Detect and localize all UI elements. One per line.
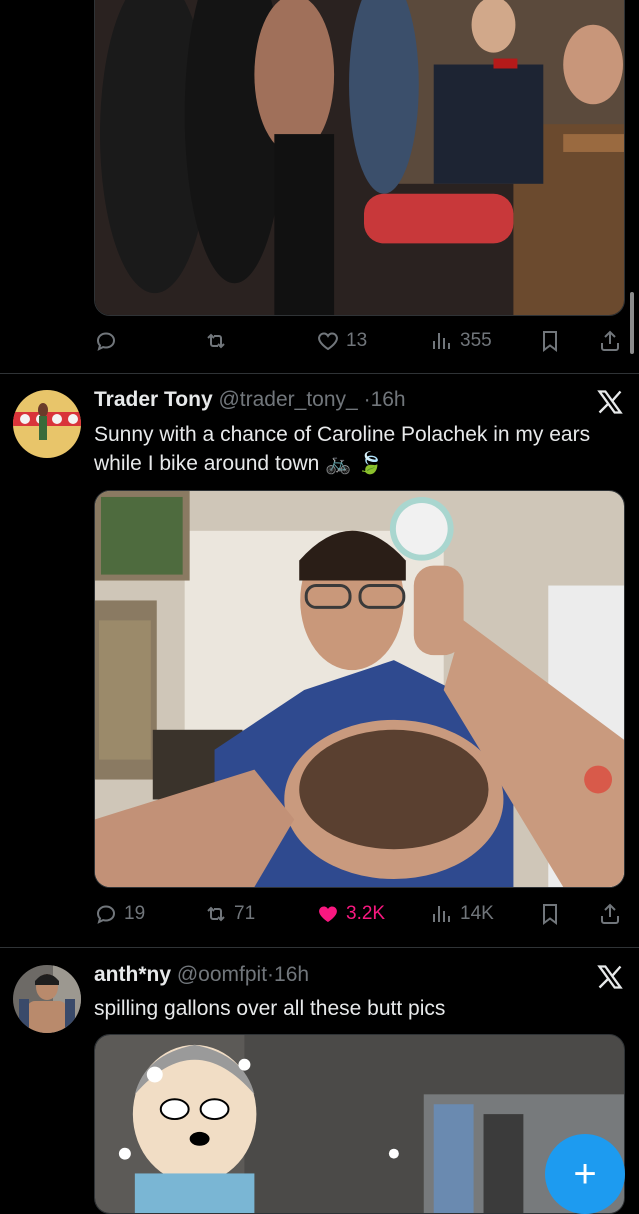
- handle[interactable]: @oomfpit: [177, 963, 267, 986]
- reply-icon: [96, 905, 116, 924]
- like-button[interactable]: 3.2K: [316, 900, 385, 928]
- selfie-image: [95, 491, 624, 887]
- tweet-divider: [0, 947, 639, 948]
- tweet2-header: Trader Tony @trader_tony_ ·16h: [94, 388, 406, 412]
- tweet3-text: spilling gallons over all these butt pic…: [94, 997, 446, 1020]
- like-count: 13: [346, 330, 368, 351]
- tweet-divider: [0, 373, 639, 374]
- views-count: 355: [460, 330, 492, 351]
- reply-button[interactable]: [94, 327, 124, 355]
- timestamp[interactable]: 16h: [274, 963, 309, 986]
- handle[interactable]: @trader_tony_: [218, 388, 357, 411]
- tweet1-actions: 13 355: [94, 327, 625, 355]
- tweet2-text: Sunny with a chance of Caroline Polachek…: [94, 423, 591, 475]
- heart-filled-icon: [319, 906, 337, 922]
- display-name[interactable]: anth*ny: [94, 963, 171, 986]
- tweet3-photo[interactable]: [94, 1034, 625, 1214]
- tweet2-actions: 19 71 3.2K 14K: [94, 900, 625, 928]
- tweet2-photo[interactable]: [94, 490, 625, 888]
- timestamp[interactable]: 16h: [371, 388, 406, 411]
- repost-button[interactable]: 71: [204, 900, 255, 928]
- views-button[interactable]: 355: [430, 327, 492, 355]
- reply-button[interactable]: 19: [94, 900, 145, 928]
- views-count: 14K: [460, 903, 494, 924]
- share-icon: [601, 903, 619, 924]
- share-button[interactable]: [598, 327, 622, 355]
- share-button[interactable]: [598, 900, 622, 928]
- avatar[interactable]: [13, 965, 81, 1033]
- bookmark-button[interactable]: [538, 327, 562, 355]
- cartoon-image: [95, 1035, 624, 1213]
- separator-dot: ·: [267, 963, 275, 986]
- repost-button[interactable]: [204, 327, 234, 355]
- tweet3-header: anth*ny @oomfpit·16h: [94, 963, 309, 987]
- separator-dot: ·: [363, 388, 371, 411]
- tweet1-photo[interactable]: [94, 0, 625, 316]
- views-button[interactable]: 14K: [430, 900, 494, 928]
- scrollbar[interactable]: [630, 292, 634, 354]
- avatar-image: [13, 965, 81, 1033]
- avatar[interactable]: [13, 390, 81, 458]
- group-photo-image: [95, 0, 624, 315]
- repost-icon: [207, 906, 225, 922]
- share-icon: [601, 330, 619, 351]
- views-icon: [433, 333, 450, 349]
- display-name[interactable]: Trader Tony: [94, 388, 213, 411]
- views-icon: [433, 906, 450, 922]
- repost-icon: [207, 333, 225, 349]
- avatar-image: [13, 390, 81, 458]
- bookmark-icon: [543, 331, 557, 352]
- bookmark-button[interactable]: [538, 900, 562, 928]
- x-logo-icon: [596, 963, 624, 991]
- bookmark-icon: [543, 904, 557, 925]
- x-logo-icon: [596, 388, 624, 416]
- heart-icon: [318, 332, 338, 351]
- reply-count: 19: [124, 903, 146, 924]
- like-count: 3.2K: [346, 903, 386, 924]
- repost-count: 71: [234, 903, 256, 924]
- like-button[interactable]: 13: [316, 327, 367, 355]
- compose-button[interactable]: +: [545, 1134, 625, 1214]
- reply-icon: [96, 332, 116, 351]
